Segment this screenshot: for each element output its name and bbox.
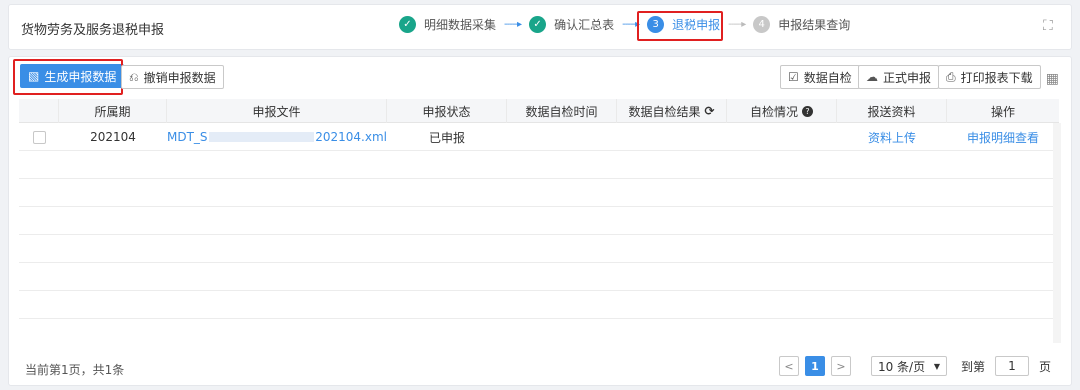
step-2[interactable]: ✓ 确认汇总表 [529,16,614,33]
header-checkbox-cell [19,99,59,123]
empty-row [19,263,1059,291]
page-size-value: 10 条/页 [877,359,926,374]
undo-icon: ⎌ [129,69,139,84]
column-header-check-result: 数据自检结果 ⟳ [617,99,727,123]
page-size-select[interactable]: 10 条/页 ▼ [870,356,947,376]
table-body: 202104 MDT_S 202104.xml 已申报 资料上传 申报明细查看 [19,123,1059,319]
status-cell: 已申报 [428,130,465,145]
column-header: 所属期 [59,99,167,123]
table-header: 所属期 申报文件 申报状态 数据自检时间 数据自检结果 ⟳ 自检情况 ? 报送资… [19,99,1059,123]
self-check-button[interactable]: ☑ 数据自检 [780,65,860,89]
jump-label: 到第 [960,359,985,374]
main-panel: ▧ 生成申报数据 ⎌ 撤销申报数据 ☑ 数据自检 ☁ 正式申报 ⎙ 打印报表下载… [8,56,1072,386]
empty-row [19,235,1059,263]
page-number-button[interactable]: 1 [804,356,825,376]
refresh-icon[interactable]: ⟳ [704,104,714,118]
jump-page-input[interactable] [994,356,1029,376]
column-header-label: 数据自检结果 [628,104,701,119]
button-label: 撤销申报数据 [143,70,216,85]
page-title: 货物劳务及服务退税申报 [21,23,165,38]
view-details-link[interactable]: 申报明细查看 [947,123,1059,151]
caret-down-icon: ▼ [933,361,940,371]
check-icon: ✓ [529,16,547,33]
generate-highlight [13,59,123,95]
vertical-scrollbar[interactable] [1053,123,1061,343]
check-result-cell [617,123,727,151]
file-name-prefix: MDT_S [167,130,208,144]
empty-row [19,179,1059,207]
step-1[interactable]: ✓ 明细数据采集 [399,16,496,33]
column-header: 申报状态 [387,99,507,123]
check-icon: ✓ [399,16,416,33]
check-time-cell [507,123,617,151]
button-label: 正式申报 [883,70,932,85]
column-header-check-info: 自检情况 ? [727,99,837,123]
step-number: 4 [753,16,771,33]
file-link[interactable]: MDT_S 202104.xml [167,123,387,151]
step-label: 确认汇总表 [554,18,615,32]
arrow-icon: -----▸ [504,19,522,30]
page-summary: 当前第1页，共1条 [25,363,125,377]
active-step-highlight [637,11,723,41]
row-checkbox[interactable] [32,130,46,144]
step-label: 申报结果查询 [778,18,851,32]
row-checkbox-cell [19,123,59,151]
check-info-cell [727,123,837,151]
page-unit-label: 页 [1038,359,1051,374]
button-label: 打印报表下载 [960,70,1033,85]
column-header: 申报文件 [167,99,387,123]
formal-declare-button[interactable]: ☁ 正式申报 [858,65,940,89]
column-header: 数据自检时间 [507,99,617,123]
step-label: 明细数据采集 [424,18,497,32]
help-icon[interactable]: ? [802,105,813,117]
redacted-area [208,132,315,142]
column-header-label: 自检情况 [749,104,798,119]
fullscreen-icon[interactable]: ⛶ [1043,18,1059,34]
empty-row [19,291,1059,319]
period-cell: 202104 [90,130,136,144]
arrow-icon: -----▸ [728,19,746,30]
column-settings-icon[interactable]: ▦ [1046,71,1059,87]
step-progress: ✓ 明细数据采集 -----▸ ✓ 确认汇总表 -----▸ 3 退税申报 --… [399,16,850,33]
empty-row [19,151,1059,179]
step-4[interactable]: 4 申报结果查询 [753,16,850,33]
empty-row [19,207,1059,235]
next-page-button[interactable]: > [830,356,851,376]
column-header: 操作 [990,104,1015,119]
upload-icon: ☁ [866,70,878,84]
revoke-data-button[interactable]: ⎌ 撤销申报数据 [121,65,224,89]
column-header: 报送资料 [837,99,947,123]
check-doc-icon: ☑ [788,70,799,84]
file-name-suffix: 202104.xml [315,130,387,144]
top-header: 货物劳务及服务退税申报 ✓ 明细数据采集 -----▸ ✓ 确认汇总表 ----… [8,4,1072,50]
prev-page-button[interactable]: < [778,356,799,376]
upload-material-link[interactable]: 资料上传 [837,123,947,151]
button-label: 数据自检 [803,70,852,85]
table-row: 202104 MDT_S 202104.xml 已申报 资料上传 申报明细查看 [19,123,1059,151]
printer-icon: ⎙ [946,69,956,84]
pagination: < 1 > 10 条/页 ▼ 到第 页 [778,356,1051,376]
print-download-button[interactable]: ⎙ 打印报表下载 [938,65,1041,89]
